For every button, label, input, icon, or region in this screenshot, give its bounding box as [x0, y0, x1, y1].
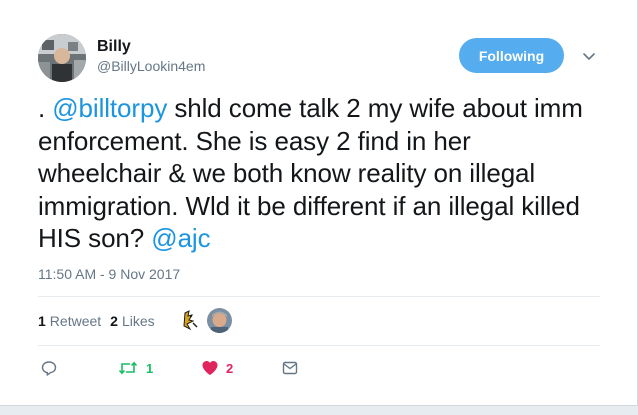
retweet-button[interactable]: 1: [117, 355, 153, 381]
tweet-actions: 1 2: [0, 355, 638, 385]
reply-icon: [40, 359, 58, 377]
mention-link[interactable]: @billtorpy: [52, 93, 167, 123]
like-count: 2: [226, 360, 234, 376]
envelope-icon: [281, 359, 299, 377]
display-name[interactable]: Billy: [97, 38, 131, 56]
likes-count[interactable]: 2: [110, 313, 118, 329]
retweets-count[interactable]: 1: [38, 313, 46, 329]
liker-avatar[interactable]: [177, 308, 202, 333]
tweet-text: . @billtorpy shld come talk 2 my wife ab…: [38, 92, 598, 255]
user-avatar[interactable]: [38, 34, 86, 82]
reply-button[interactable]: [40, 355, 58, 381]
mention-link[interactable]: @ajc: [151, 223, 210, 253]
likes-label[interactable]: Likes: [122, 313, 155, 329]
direct-message-button[interactable]: [281, 355, 299, 381]
divider: [38, 345, 600, 346]
retweet-icon: [117, 359, 139, 377]
divider: [38, 296, 600, 297]
like-button[interactable]: 2: [201, 355, 233, 381]
retweet-count: 1: [146, 360, 154, 376]
chevron-down-icon[interactable]: [580, 47, 598, 65]
tweet-stats: 1 Retweet 2 Likes: [38, 313, 155, 329]
heart-icon: [201, 359, 219, 377]
following-button[interactable]: Following: [459, 38, 564, 73]
retweets-label[interactable]: Retweet: [50, 313, 101, 329]
tweet-timestamp[interactable]: 11:50 AM - 9 Nov 2017: [38, 266, 180, 282]
user-handle[interactable]: @BillyLookin4em: [97, 58, 205, 74]
tweet-text-part: .: [38, 93, 53, 123]
liker-avatar[interactable]: [207, 308, 232, 333]
tweet-card: Billy @BillyLookin4em Following . @billt…: [0, 0, 638, 406]
